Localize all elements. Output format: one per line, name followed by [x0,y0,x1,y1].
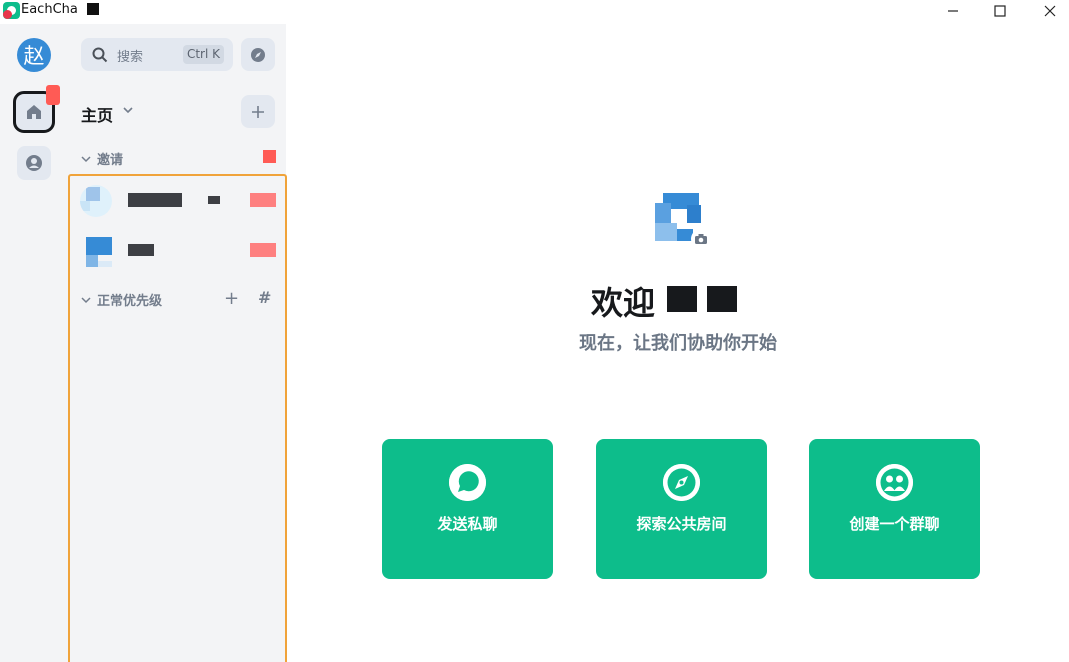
add-room-button[interactable] [241,95,275,128]
room-detail-redacted [208,196,220,204]
title-bar: EachChat [0,0,1069,24]
title-redaction [87,3,99,15]
space-rail: 赵 [0,24,68,662]
section-label: 邀请 [97,153,124,168]
person-icon [26,155,42,171]
home-header[interactable]: 主页 [81,102,113,126]
chat-bubble-icon [449,464,486,501]
add-room-to-section-button[interactable]: + [224,288,239,309]
card-label: 创建一个群聊 [849,515,940,533]
camera-icon[interactable] [691,229,711,249]
compass-icon [251,47,265,62]
maximize-button[interactable] [977,0,1023,22]
room-name-redacted [128,244,154,256]
search-icon [92,47,108,63]
search-shortcut: Ctrl K [182,45,224,64]
group-icon [876,464,913,501]
explore-rooms-icon[interactable]: # [258,288,271,307]
chevron-down-icon[interactable] [122,104,134,116]
home-page: 欢迎 现在，让我们协助你开始 发送私聊 探索公共房间 创建一个群聊 [287,24,1069,662]
user-name-redacted [667,286,697,312]
room-avatar [80,185,112,217]
unread-badge [250,243,276,257]
maximize-icon [994,5,1006,17]
compass-icon [663,464,700,501]
card-label: 探索公共房间 [636,515,727,533]
close-icon [1044,5,1056,17]
unread-badge [250,193,276,207]
search-input[interactable]: 搜索 Ctrl K [81,38,233,71]
minimize-icon [948,10,958,12]
create-group-button[interactable]: 创建一个群聊 [809,439,980,579]
search-placeholder: 搜索 [117,50,144,65]
section-invites[interactable]: 邀请 [81,149,123,168]
minimize-button[interactable] [930,0,976,22]
room-avatar [80,235,112,267]
plus-icon [252,105,264,118]
send-dm-button[interactable]: 发送私聊 [382,439,553,579]
window-title: EachChat [21,2,77,17]
user-name-redacted [707,286,737,312]
unread-indicator [46,85,60,105]
app-logo-icon [3,2,20,19]
welcome-subtitle: 现在，让我们协助你开始 [579,333,777,354]
chevron-down-icon [81,155,91,162]
list-item[interactable] [70,181,285,221]
welcome-title: 欢迎 [591,284,656,322]
invite-count-badge [263,150,276,163]
home-icon [27,105,41,119]
card-label: 发送私聊 [437,515,498,533]
room-name-redacted [128,193,182,207]
close-button[interactable] [1027,0,1069,22]
list-item[interactable] [70,231,285,271]
user-avatar[interactable]: 赵 [17,38,51,72]
people-space-button[interactable] [17,146,51,180]
explore-button[interactable] [241,38,275,71]
explore-rooms-button[interactable]: 探索公共房间 [596,439,767,579]
